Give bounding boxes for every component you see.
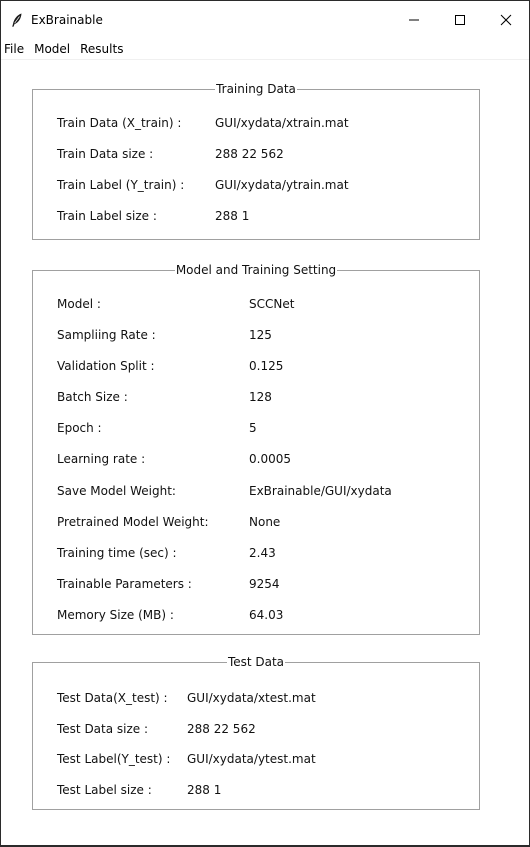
field-value: 288 22 562 bbox=[215, 147, 284, 161]
menu-model[interactable]: Model bbox=[29, 39, 75, 59]
field-value: 288 22 562 bbox=[187, 721, 256, 736]
training-data-legend: Training Data bbox=[216, 82, 296, 96]
field-value: 125 bbox=[249, 328, 272, 343]
field-label: Test Label(Y_test) : bbox=[57, 752, 171, 766]
field-value: 288 1 bbox=[187, 782, 222, 797]
pretrained-model-weight-row: Pretrained Model Weight: None bbox=[57, 515, 469, 546]
train-data-path-row: Train Data (X_train) : GUI/xydata/xtrain… bbox=[57, 116, 469, 147]
train-label-size-row: Train Label size : 288 1 bbox=[57, 209, 469, 240]
field-label: Test Data size : bbox=[57, 721, 149, 736]
epoch-row: Epoch : 5 bbox=[57, 421, 469, 452]
field-label: Model : bbox=[57, 297, 101, 311]
field-value: 128 bbox=[249, 390, 272, 405]
model-row: Model : SCCNet bbox=[57, 297, 469, 328]
field-value: GUI/xydata/xtest.mat bbox=[187, 691, 316, 705]
field-label: Memory Size (MB) : bbox=[57, 607, 174, 622]
field-label: Validation Split : bbox=[57, 359, 155, 374]
field-label: Save Model Weight: bbox=[57, 483, 176, 498]
training-time-row: Training time (sec) : 2.43 bbox=[57, 546, 469, 577]
field-value: 64.03 bbox=[249, 607, 284, 622]
menu-bar: File Model Results bbox=[1, 39, 529, 59]
field-value: ExBrainable/GUI/xydata bbox=[249, 483, 392, 498]
test-label-size-row: Test Label size : 288 1 bbox=[57, 783, 469, 814]
window-title: ExBrainable bbox=[31, 13, 103, 27]
field-label: Epoch : bbox=[57, 421, 102, 436]
field-value: 9254 bbox=[249, 576, 280, 591]
close-icon bbox=[500, 14, 512, 26]
model-setting-rows: Model : SCCNet Sampliing Rate : 125 Vali… bbox=[57, 297, 469, 639]
learning-rate-row: Learning rate : 0.0005 bbox=[57, 452, 469, 483]
trainable-parameters-row: Trainable Parameters : 9254 bbox=[57, 577, 469, 608]
field-value: None bbox=[249, 514, 281, 529]
field-label: Test Label size : bbox=[57, 782, 152, 797]
field-label: Learning rate : bbox=[57, 452, 146, 467]
save-model-weight-row: Save Model Weight: ExBrainable/GUI/xydat… bbox=[57, 484, 469, 515]
app-window: ExBrainable File Model Results Training … bbox=[0, 0, 530, 847]
minimize-icon bbox=[408, 14, 420, 26]
field-value: 0.125 bbox=[249, 359, 284, 374]
test-data-path-row: Test Data(X_test) : GUI/xydata/xtest.mat bbox=[57, 691, 469, 722]
model-setting-group: Model and Training Setting Model : SCCNe… bbox=[32, 263, 480, 635]
train-label-path-row: Train Label (Y_train) : GUI/xydata/ytrai… bbox=[57, 178, 469, 209]
field-label: Trainable Parameters : bbox=[57, 576, 192, 591]
batch-size-row: Batch Size : 128 bbox=[57, 390, 469, 421]
field-label: Train Data (X_train) : bbox=[57, 116, 182, 130]
field-label: Test Data(X_test) : bbox=[57, 691, 168, 705]
field-label: Train Data size : bbox=[57, 147, 154, 161]
field-label: Pretrained Model Weight: bbox=[57, 514, 209, 529]
minimize-button[interactable] bbox=[391, 1, 437, 39]
field-value: SCCNet bbox=[249, 297, 295, 311]
validation-split-row: Validation Split : 0.125 bbox=[57, 359, 469, 390]
test-data-rows: Test Data(X_test) : GUI/xydata/xtest.mat… bbox=[57, 691, 469, 813]
field-value: GUI/xydata/ytrain.mat bbox=[215, 178, 349, 192]
model-setting-legend: Model and Training Setting bbox=[175, 263, 337, 277]
field-value: 5 bbox=[249, 421, 257, 436]
feather-icon bbox=[9, 12, 25, 28]
test-data-legend: Test Data bbox=[227, 655, 285, 669]
train-data-size-row: Train Data size : 288 22 562 bbox=[57, 147, 469, 178]
training-data-group: Training Data Train Data (X_train) : GUI… bbox=[32, 82, 480, 240]
test-data-group: Test Data Test Data(X_test) : GUI/xydata… bbox=[32, 655, 480, 810]
field-value: 2.43 bbox=[249, 545, 276, 560]
training-data-rows: Train Data (X_train) : GUI/xydata/xtrain… bbox=[57, 116, 469, 240]
test-label-path-row: Test Label(Y_test) : GUI/xydata/ytest.ma… bbox=[57, 752, 469, 783]
memory-size-row: Memory Size (MB) : 64.03 bbox=[57, 608, 469, 639]
title-bar[interactable]: ExBrainable bbox=[1, 1, 529, 39]
close-button[interactable] bbox=[483, 1, 529, 39]
field-value: 0.0005 bbox=[249, 452, 291, 467]
menu-results[interactable]: Results bbox=[75, 39, 128, 59]
maximize-button[interactable] bbox=[437, 1, 483, 39]
field-label: Batch Size : bbox=[57, 390, 128, 405]
maximize-icon bbox=[454, 14, 466, 26]
field-value: 288 1 bbox=[215, 209, 250, 223]
field-label: Training time (sec) : bbox=[57, 545, 177, 560]
field-value: GUI/xydata/ytest.mat bbox=[187, 752, 316, 766]
menu-file[interactable]: File bbox=[1, 39, 29, 59]
test-data-size-row: Test Data size : 288 22 562 bbox=[57, 722, 469, 753]
field-value: GUI/xydata/xtrain.mat bbox=[215, 116, 349, 130]
field-label: Sampliing Rate : bbox=[57, 328, 156, 343]
field-label: Train Label size : bbox=[57, 209, 157, 223]
field-label: Train Label (Y_train) : bbox=[57, 178, 185, 192]
sampling-rate-row: Sampliing Rate : 125 bbox=[57, 328, 469, 359]
menu-divider bbox=[1, 59, 529, 60]
